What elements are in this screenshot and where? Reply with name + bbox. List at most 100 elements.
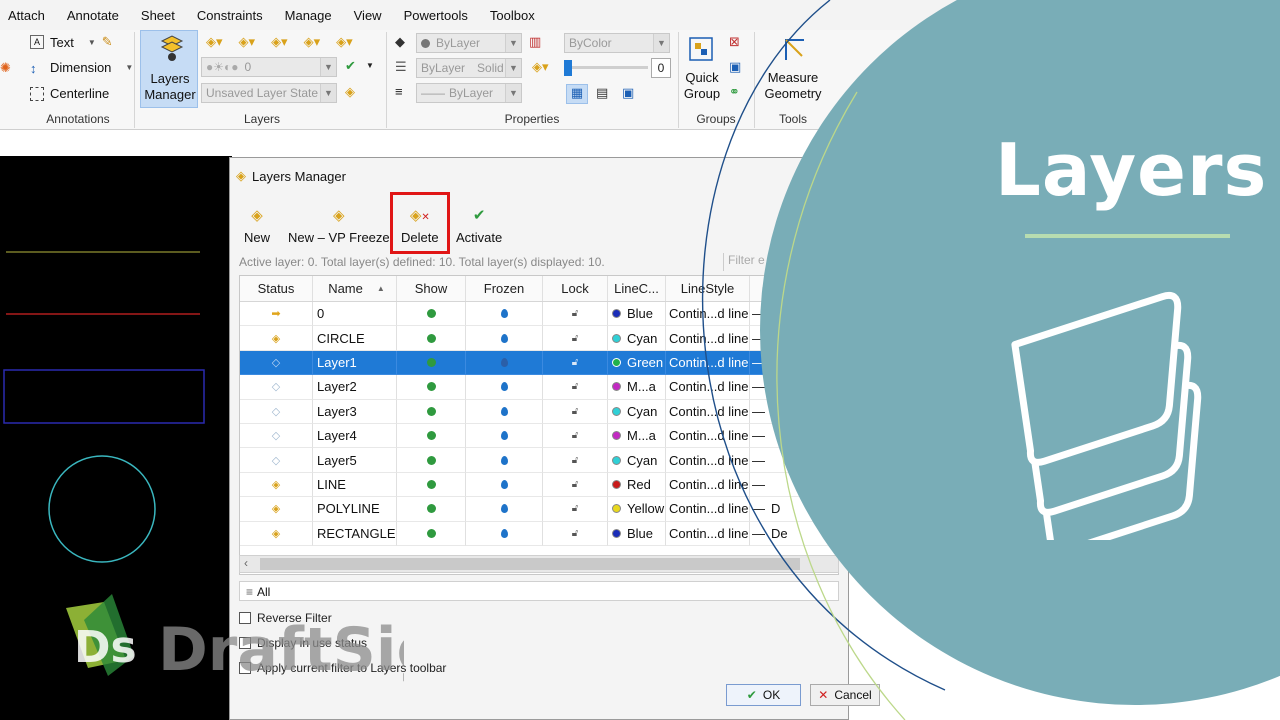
table-row[interactable]: ◇ Layer4 🔓︎ M...a Contin...d line —	[240, 424, 838, 449]
cell-frozen[interactable]	[466, 302, 543, 327]
cell-lineweight[interactable]: —	[750, 473, 838, 498]
cell-lineweight[interactable]: —	[750, 448, 838, 473]
table-row[interactable]: ◇ Layer1 🔓︎ Green Contin...d line —	[240, 350, 838, 376]
col-show[interactable]: Show	[397, 276, 466, 301]
text-button[interactable]: A Text ▼ ✎	[30, 34, 113, 50]
cell-lineweight[interactable]: —	[750, 326, 838, 351]
scroll-left-icon[interactable]: ‹	[244, 556, 248, 570]
centerline-button[interactable]: Centerline	[30, 86, 109, 101]
menu-powertools[interactable]: Powertools	[404, 8, 468, 23]
cell-frozen[interactable]	[466, 448, 543, 473]
cell-frozen[interactable]	[466, 326, 543, 351]
cell-linestyle[interactable]: Contin...d line	[666, 302, 750, 327]
measure-icon[interactable]	[780, 34, 810, 64]
cell-name[interactable]: Layer2	[313, 375, 397, 400]
cell-linecolor[interactable]: Yellow	[608, 497, 666, 522]
frozen-drop-icon[interactable]	[500, 504, 508, 514]
slider-handle[interactable]	[564, 60, 572, 76]
frozen-drop-icon[interactable]	[500, 431, 508, 441]
cell-lock[interactable]: 🔓︎	[543, 497, 608, 522]
table-row[interactable]: ➡ 0 🔓︎ Blue Contin...d line —	[240, 302, 838, 327]
show-bulb-icon[interactable]	[426, 406, 436, 416]
cell-linecolor[interactable]: Cyan	[608, 326, 666, 351]
cell-linecolor[interactable]: Cyan	[608, 399, 666, 424]
cell-linestyle[interactable]: Contin...d line	[666, 521, 750, 546]
menu-toolbox[interactable]: Toolbox	[490, 8, 535, 23]
transparency-input[interactable]: 0	[651, 58, 671, 78]
linestyle-combo[interactable]: ByLayer Solid ▼	[416, 58, 522, 78]
cell-status[interactable]: ◇	[240, 424, 313, 449]
show-bulb-icon[interactable]	[426, 309, 436, 319]
check-icon[interactable]: ✔	[345, 58, 356, 74]
layer-tool-icon[interactable]: ◈▾	[336, 34, 353, 50]
color-combo[interactable]: ByLayer ▼	[416, 33, 522, 53]
table-row[interactable]: ◈ POLYLINE 🔓︎ Yellow Contin...d line — D	[240, 497, 838, 522]
cell-lock[interactable]: 🔓︎	[543, 399, 608, 424]
cell-lock[interactable]: 🔓︎	[543, 424, 608, 449]
unlock-icon[interactable]: 🔓︎	[572, 455, 578, 466]
cell-lineweight[interactable]: —	[750, 400, 838, 424]
unlock-icon[interactable]: 🔓︎	[572, 406, 578, 417]
unlock-icon[interactable]: 🔓︎	[572, 528, 578, 539]
lineweight-icon[interactable]: ≡	[395, 84, 403, 99]
cell-lineweight[interactable]: —	[750, 302, 838, 327]
cell-lineweight[interactable]: — De	[750, 522, 838, 546]
col-linestyle[interactable]: LineStyle	[666, 276, 750, 301]
unlock-icon[interactable]: 🔓︎	[572, 430, 578, 441]
cell-linestyle[interactable]: Contin...d line	[666, 448, 750, 473]
layer-tool-icon[interactable]: ◈▾	[206, 34, 223, 50]
show-bulb-icon[interactable]	[426, 504, 436, 514]
cell-frozen[interactable]	[466, 521, 543, 546]
new-layer-button[interactable]: ◈ New	[244, 206, 270, 245]
cell-linecolor[interactable]: Cyan	[608, 448, 666, 473]
unlock-icon[interactable]: 🔓︎	[572, 357, 578, 368]
layer-state-icon[interactable]: ◈	[345, 84, 355, 100]
show-bulb-icon[interactable]	[426, 479, 436, 489]
plotstyle-icon[interactable]: ▥	[529, 34, 541, 50]
paint-bucket-icon[interactable]: ◆	[395, 34, 405, 50]
quick-group-button[interactable]: Quick Group	[680, 70, 724, 102]
cell-frozen[interactable]	[466, 399, 543, 424]
layer-tool-icon[interactable]: ◈▾	[304, 34, 321, 50]
quick-group-icon[interactable]	[686, 34, 718, 66]
cell-show[interactable]	[397, 350, 466, 376]
cell-status[interactable]: ◈	[240, 521, 313, 546]
menu-attach[interactable]: Attach	[8, 8, 45, 23]
cell-show[interactable]	[397, 424, 466, 449]
cell-show[interactable]	[397, 497, 466, 522]
frozen-drop-icon[interactable]	[500, 309, 508, 319]
unlock-icon[interactable]: 🔓︎	[572, 381, 578, 392]
chevron-down-icon[interactable]: ▼	[125, 63, 133, 72]
cell-lock[interactable]: 🔓︎	[543, 521, 608, 546]
scrollbar-thumb[interactable]	[260, 558, 800, 570]
cell-status[interactable]: ➡	[240, 302, 313, 327]
cell-linestyle[interactable]: Contin...d line	[666, 472, 750, 498]
cell-lock[interactable]: 🔓︎	[543, 326, 608, 351]
cell-frozen[interactable]	[466, 375, 543, 400]
show-bulb-icon[interactable]	[426, 431, 436, 441]
layer-tool-icon[interactable]: ◈▾	[271, 34, 288, 50]
cell-status[interactable]: ◈	[240, 326, 313, 351]
cell-name[interactable]: 0	[313, 302, 397, 327]
cell-show[interactable]	[397, 302, 466, 327]
cell-linecolor[interactable]: Red	[608, 472, 666, 498]
table-row[interactable]: ◇ Layer2 🔓︎ M...a Contin...d line —	[240, 375, 838, 400]
chevron-down-icon[interactable]: ▼	[320, 84, 336, 102]
cell-name[interactable]: LINE	[313, 472, 397, 498]
cell-linestyle[interactable]: Contin...d line	[666, 497, 750, 522]
cell-show[interactable]	[397, 375, 466, 400]
table-row[interactable]: ◈ RECTANGLE 🔓︎ Blue Contin...d line — De	[240, 521, 838, 546]
cell-linecolor[interactable]: M...a	[608, 424, 666, 449]
filter-input[interactable]: Filter e	[723, 253, 823, 271]
table-row[interactable]: ◈ LINE 🔓︎ Red Contin...d line —	[240, 472, 838, 498]
menu-view[interactable]: View	[354, 8, 382, 23]
cell-lock[interactable]: 🔓︎	[543, 472, 608, 498]
chevron-down-icon[interactable]: ▼	[320, 58, 336, 76]
chevron-down-icon[interactable]: ▼	[653, 34, 669, 52]
show-bulb-icon[interactable]	[426, 455, 436, 465]
layer-tool-icon[interactable]: ◈▾	[239, 34, 256, 50]
properties-list-icon[interactable]: ▣	[622, 85, 634, 101]
frozen-drop-icon[interactable]	[500, 382, 508, 392]
cell-name[interactable]: Layer1	[313, 350, 397, 376]
cell-show[interactable]	[397, 448, 466, 473]
